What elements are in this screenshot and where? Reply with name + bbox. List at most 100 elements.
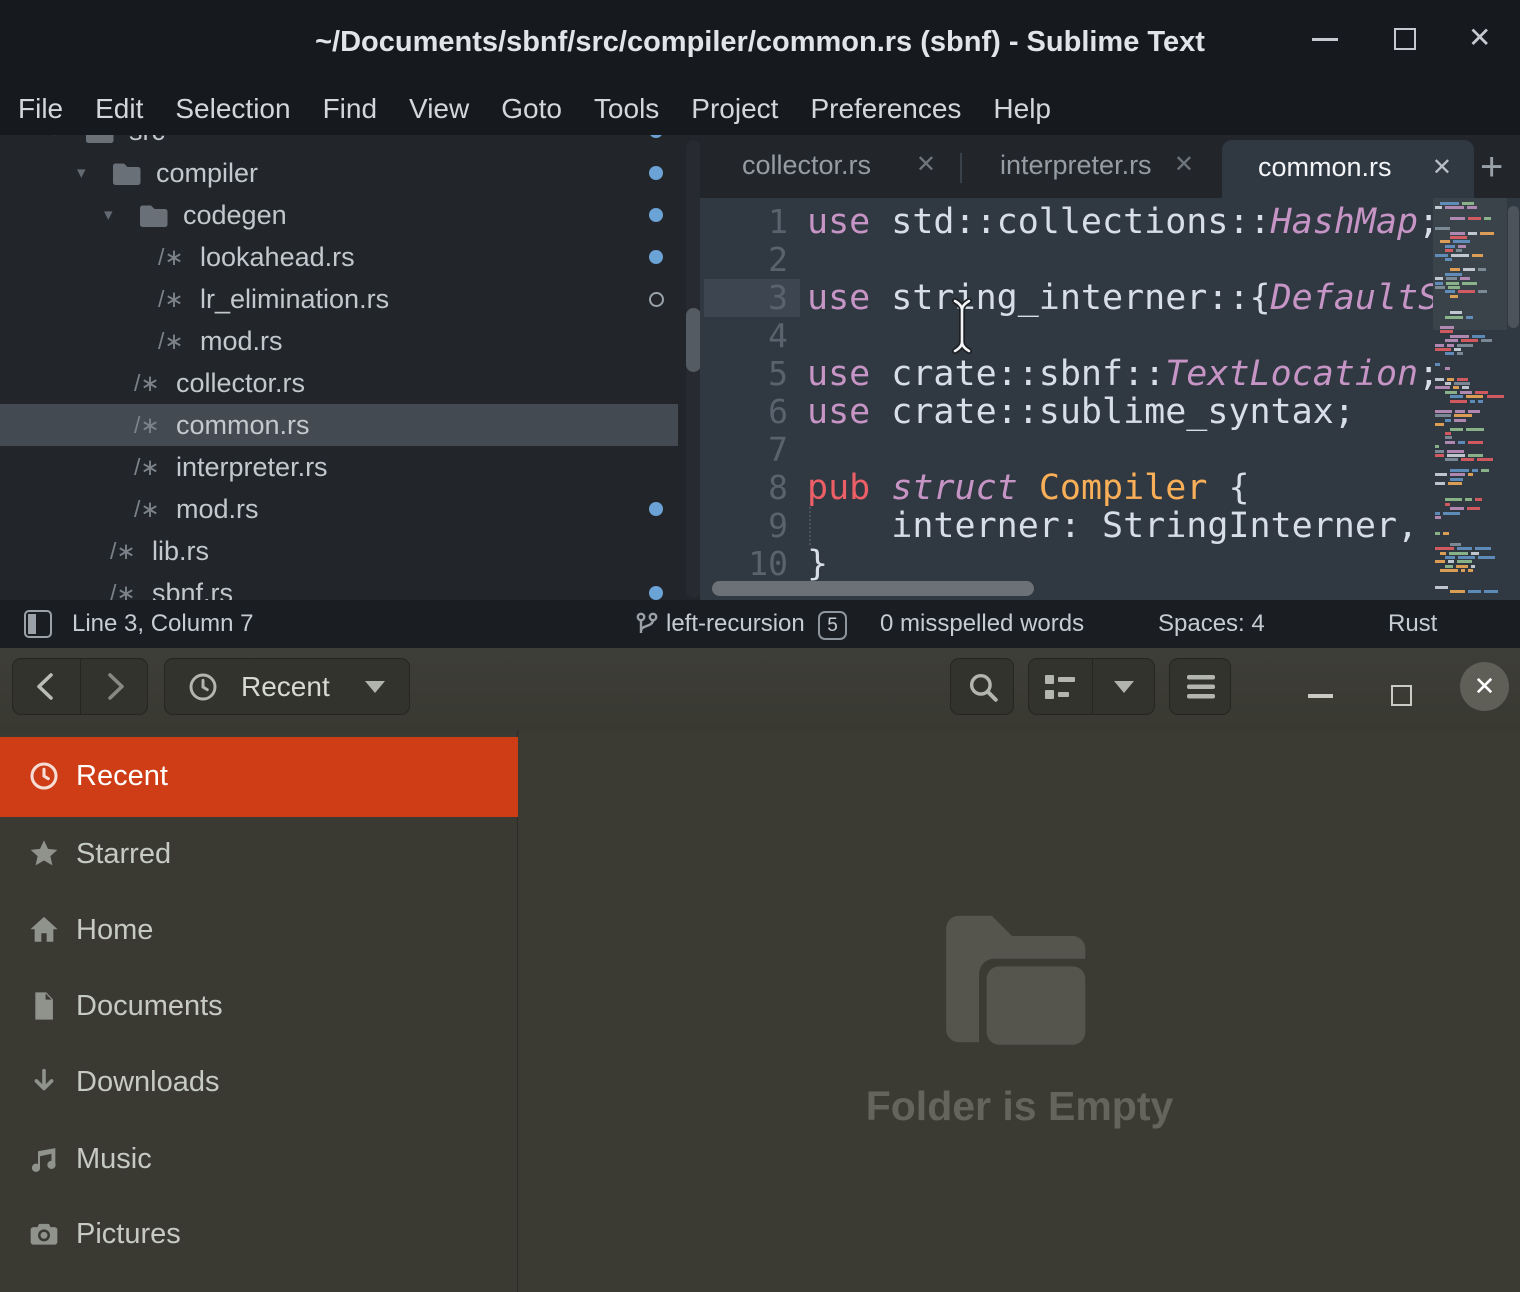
sidebar-item-recent[interactable]: Recent [0, 737, 518, 817]
modified-dot-icon [649, 166, 663, 180]
menu-edit[interactable]: Edit [79, 80, 159, 135]
minimize-icon[interactable] [1312, 38, 1338, 41]
modified-dot-icon [649, 586, 663, 600]
file-icon: /∗ [134, 488, 160, 530]
cursor-position: Line 3, Column 7 [72, 600, 253, 648]
tree-item-common-rs[interactable]: /∗common.rs [0, 404, 678, 446]
folder-icon [111, 161, 142, 186]
expand-arrow-icon[interactable]: ▾ [104, 194, 113, 236]
sidebar-item-music[interactable]: Music [0, 1120, 518, 1198]
empty-state-text: Folder is Empty [519, 1083, 1520, 1130]
sublime-titlebar[interactable]: ~/Documents/sbnf/src/compiler/common.rs … [0, 0, 1520, 80]
menu-selection[interactable]: Selection [159, 80, 306, 135]
tab-divider [960, 153, 962, 183]
files-headerbar[interactable]: Recent ✕ [0, 648, 1520, 732]
list-view-button[interactable] [1029, 659, 1092, 714]
code-line[interactable]: use crate::sbnf::TextLocation; [807, 355, 1433, 393]
expand-arrow-icon[interactable]: ▾ [77, 152, 86, 194]
menu-file[interactable]: File [2, 80, 79, 135]
files-window: Recent ✕ RecentStarredH [0, 648, 1520, 1292]
tree-item-interpreter-rs[interactable]: /∗interpreter.rs [0, 446, 700, 488]
menu-goto[interactable]: Goto [485, 80, 578, 135]
desktop: ~/Documents/sbnf/src/compiler/common.rs … [0, 0, 1520, 1292]
code-line[interactable]: } [807, 545, 1433, 583]
maximize-icon[interactable] [1391, 685, 1412, 706]
tab-close-icon[interactable]: ✕ [916, 135, 936, 195]
search-button[interactable] [950, 658, 1014, 715]
folder-contents[interactable]: Folder is Empty [519, 731, 1520, 1292]
folder-icon [84, 135, 115, 144]
code-line[interactable]: interner: StringInterner, [807, 507, 1433, 545]
tree-item-lib-rs[interactable]: /∗lib.rs [0, 530, 700, 572]
back-button[interactable] [13, 659, 80, 714]
file-icon: /∗ [158, 278, 184, 320]
tree-item-collector-rs[interactable]: /∗collector.rs [0, 362, 700, 404]
sidebar-scrollbar[interactable] [686, 140, 701, 598]
line-number: 7 [700, 431, 800, 469]
line-number: 4 [700, 317, 800, 355]
code-line[interactable]: use std::collections::HashMap; [807, 203, 1433, 241]
location-button[interactable]: Recent [164, 658, 410, 715]
indentation-status[interactable]: Spaces: 4 [1158, 600, 1265, 648]
minimize-icon[interactable] [1308, 694, 1333, 698]
git-branch-label: left-recursion [666, 600, 805, 648]
menu-help[interactable]: Help [977, 80, 1067, 135]
close-icon[interactable]: ✕ [1468, 22, 1491, 54]
empty-folder-icon [931, 903, 1103, 1055]
sidebar-item-documents[interactable]: Documents [0, 967, 518, 1045]
sidebar-item-pictures[interactable]: Pictures [0, 1195, 518, 1273]
syntax-status[interactable]: Rust [1388, 600, 1437, 648]
tab-interpreter-rs[interactable]: interpreter.rs✕ [964, 135, 1216, 198]
editor-hscrollbar-thumb[interactable] [712, 581, 1034, 596]
expand-arrow-icon[interactable]: ▾ [50, 135, 59, 152]
places-sidebar: RecentStarredHomeDocumentsDownloadsMusic… [0, 731, 518, 1292]
code-line[interactable]: use crate::sublime_syntax; [807, 393, 1433, 431]
view-options-group [1028, 658, 1155, 715]
editor-vscrollbar-thumb[interactable] [1508, 206, 1519, 328]
sidebar-scrollbar-thumb[interactable] [686, 308, 701, 372]
maximize-icon[interactable] [1394, 28, 1416, 50]
code-area[interactable]: use std::collections::HashMap;use string… [807, 203, 1433, 600]
menu-view[interactable]: View [393, 80, 485, 135]
menu-bar: FileEditSelectionFindViewGotoToolsProjec… [2, 80, 1067, 135]
minimap[interactable] [1435, 198, 1505, 600]
tree-item-lr-elimination-rs[interactable]: /∗lr_elimination.rs [0, 278, 700, 320]
spellcheck-status: 0 misspelled words [880, 600, 1084, 648]
magnifier-icon [966, 670, 1000, 704]
code-line[interactable] [807, 431, 1433, 469]
code-line[interactable]: use string_interner::{DefaultStringInter… [807, 279, 1433, 317]
line-number: 6 [700, 393, 800, 431]
code-line[interactable] [807, 241, 1433, 279]
sidebar-item-starred[interactable]: Starred [0, 815, 518, 893]
tree-item-sbnf-rs[interactable]: /∗sbnf.rs [0, 572, 700, 600]
file-icon: /∗ [158, 236, 184, 278]
tree-item-lookahead-rs[interactable]: /∗lookahead.rs [0, 236, 700, 278]
tree-item-mod-rs[interactable]: /∗mod.rs [0, 488, 700, 530]
tree-item-compiler[interactable]: ▾compiler [0, 152, 700, 194]
code-line[interactable]: pub struct Compiler { [807, 469, 1433, 507]
menu-tools[interactable]: Tools [578, 80, 675, 135]
tree-item-codegen[interactable]: ▾codegen [0, 194, 700, 236]
forward-button[interactable] [81, 659, 148, 714]
tab-close-icon[interactable]: ✕ [1432, 140, 1452, 195]
sidebar-item-home[interactable]: Home [0, 891, 518, 969]
sidebar-toggle-icon[interactable] [24, 610, 52, 638]
tab-collector-rs[interactable]: collector.rs✕ [706, 135, 958, 198]
code-line[interactable] [807, 317, 1433, 355]
view-menu-button[interactable] [1093, 659, 1156, 714]
file-tree-sidebar: ▾src▾compiler▾codegen/∗lookahead.rs/∗lr_… [0, 135, 700, 600]
sidebar-item-downloads[interactable]: Downloads [0, 1043, 518, 1121]
hamburger-menu-button[interactable] [1169, 658, 1231, 715]
menu-project[interactable]: Project [675, 80, 794, 135]
tree-item-mod-rs[interactable]: /∗mod.rs [0, 320, 700, 362]
tab-close-icon[interactable]: ✕ [1174, 135, 1194, 195]
close-icon[interactable]: ✕ [1460, 662, 1509, 711]
status-bar: Line 3, Column 7 left-recursion 5 0 miss… [0, 600, 1520, 648]
menu-find[interactable]: Find [307, 80, 393, 135]
new-tab-button[interactable]: + [1480, 140, 1503, 195]
modified-dot-icon [649, 502, 663, 516]
tab-common-rs[interactable]: common.rs✕ [1222, 140, 1474, 198]
menu-preferences[interactable]: Preferences [794, 80, 977, 135]
tree-item-src[interactable]: ▾src [0, 135, 700, 152]
folder-icon [138, 203, 169, 228]
